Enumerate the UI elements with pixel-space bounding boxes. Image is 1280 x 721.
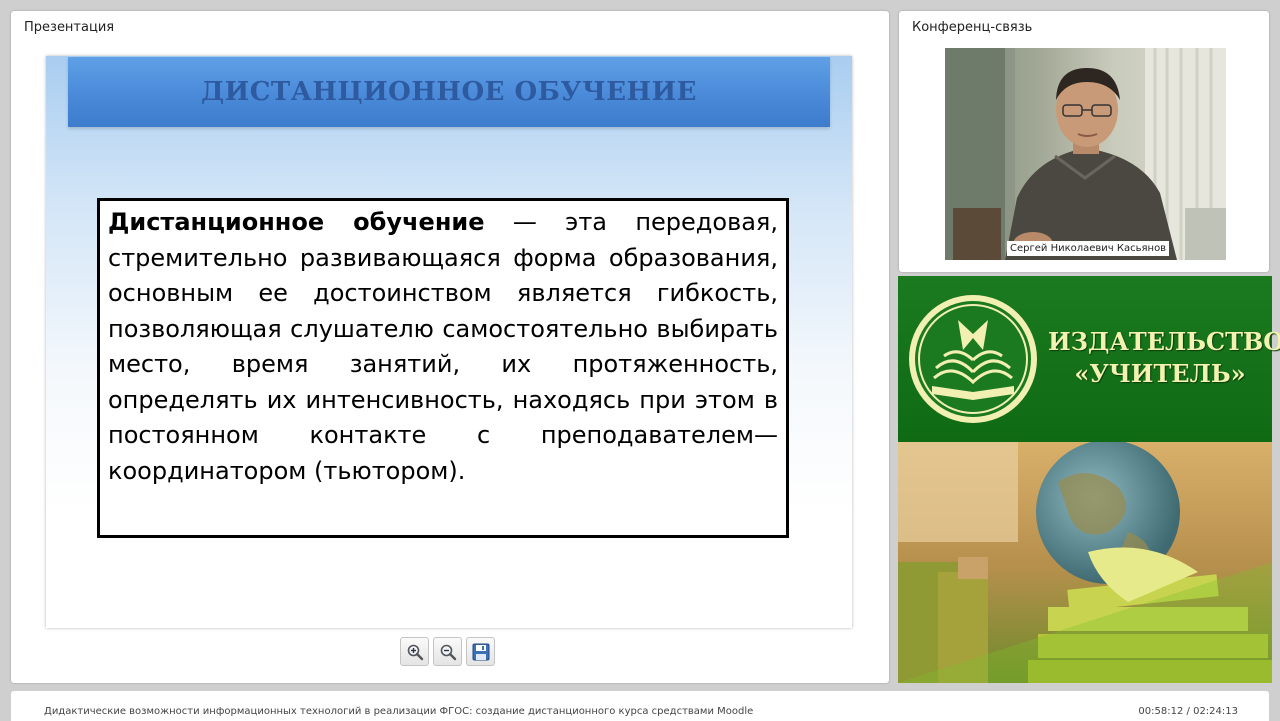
time-current: 00:58:12 bbox=[1138, 706, 1184, 717]
zoom-out-icon bbox=[440, 644, 456, 660]
speaker-video-frame bbox=[945, 48, 1226, 260]
time-total: 02:24:13 bbox=[1193, 706, 1238, 717]
save-icon bbox=[472, 643, 489, 660]
slide-heading: ДИСТАНЦИОННОЕ ОБУЧЕНИЕ bbox=[201, 77, 697, 107]
presentation-slide: ДИСТАНЦИОННОЕ ОБУЧЕНИЕ Дистанционное обу… bbox=[46, 56, 852, 628]
zoom-in-icon bbox=[407, 644, 423, 660]
slide-definition-text: Дистанционное обучение — эта передовая, … bbox=[108, 205, 778, 489]
save-button[interactable] bbox=[466, 637, 495, 666]
slide-toolbar bbox=[400, 637, 495, 666]
speaker-name-tag: Сергей Николаевич Касьянов bbox=[1007, 241, 1170, 256]
slide-header: ДИСТАНЦИОННОЕ ОБУЧЕНИЕ bbox=[68, 57, 830, 127]
slide-term: Дистанционное обучение bbox=[108, 208, 485, 236]
conference-panel-title: Конференц-связь bbox=[912, 20, 1033, 35]
video-feed[interactable]: Сергей Николаевич Касьянов bbox=[945, 48, 1226, 260]
footer-bar: Дидактические возможности информационных… bbox=[11, 691, 1269, 721]
publisher-image bbox=[898, 442, 1272, 683]
zoom-in-button[interactable] bbox=[400, 637, 429, 666]
course-title: Дидактические возможности информационных… bbox=[44, 706, 754, 717]
slide-definition: — эта передовая, стремительно развивающа… bbox=[108, 208, 778, 485]
conference-panel: Конференц-связь Сергей Николаевич Касьян… bbox=[899, 11, 1269, 272]
publisher-line1: ИЗДАТЕЛЬСТВО bbox=[1048, 327, 1280, 356]
publisher-logo-icon bbox=[909, 295, 1037, 423]
publisher-name: ИЗДАТЕЛЬСТВО «УЧИТЕЛЬ» bbox=[1048, 326, 1280, 390]
publisher-banner: ИЗДАТЕЛЬСТВО «УЧИТЕЛЬ» bbox=[898, 276, 1280, 442]
globe-books-picture bbox=[898, 442, 1272, 683]
presentation-panel: Презентация ДИСТАНЦИОННОЕ ОБУЧЕНИЕ Диста… bbox=[11, 11, 889, 683]
zoom-out-button[interactable] bbox=[433, 637, 462, 666]
publisher-line2: «УЧИТЕЛЬ» bbox=[1074, 359, 1246, 388]
time-separator: / bbox=[1183, 706, 1194, 717]
playback-time: 00:58:12 / 02:24:13 bbox=[1138, 706, 1238, 717]
slide-definition-box: Дистанционное обучение — эта передовая, … bbox=[97, 198, 789, 538]
presentation-panel-title: Презентация bbox=[24, 20, 115, 35]
